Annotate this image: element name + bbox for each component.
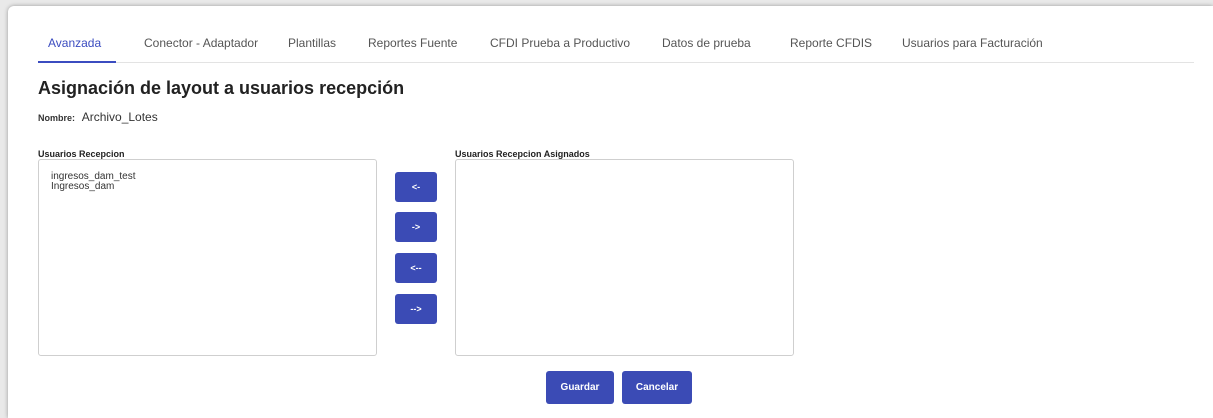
main-panel: Avanzada Conector - Adaptador Plantillas…: [8, 6, 1213, 418]
tab-usuarios-facturacion[interactable]: Usuarios para Facturación: [902, 36, 1043, 50]
tab-cfdi-prueba-productivo[interactable]: CFDI Prueba a Productivo: [490, 36, 630, 50]
assigned-users-label: Usuarios Recepcion Asignados: [455, 149, 590, 159]
tab-bar: Avanzada Conector - Adaptador Plantillas…: [38, 28, 1194, 63]
tab-reporte-cfdis[interactable]: Reporte CFDIS: [790, 36, 872, 50]
name-value: Archivo_Lotes: [81, 110, 158, 124]
move-left-button[interactable]: <-: [395, 172, 437, 202]
tab-datos-de-prueba[interactable]: Datos de prueba: [662, 36, 751, 50]
tab-avanzada[interactable]: Avanzada: [48, 36, 101, 50]
name-row: Nombre: Archivo_Lotes: [38, 110, 158, 124]
active-tab-indicator: [38, 61, 116, 63]
list-item[interactable]: Ingresos_dam: [39, 182, 376, 192]
tab-conector-adaptador[interactable]: Conector - Adaptador: [144, 36, 258, 50]
move-all-right-button[interactable]: -->: [395, 294, 437, 324]
page-title: Asignación de layout a usuarios recepció…: [38, 78, 405, 98]
cancel-button[interactable]: Cancelar: [622, 371, 692, 404]
available-users-list[interactable]: ingresos_dam_test Ingresos_dam: [38, 159, 377, 356]
available-users-label: Usuarios Recepcion: [38, 149, 125, 159]
name-label: Nombre:: [38, 113, 76, 123]
save-button[interactable]: Guardar: [546, 371, 614, 404]
move-right-button[interactable]: ->: [395, 212, 437, 242]
tab-reportes-fuente[interactable]: Reportes Fuente: [368, 36, 457, 50]
tab-plantillas[interactable]: Plantillas: [288, 36, 336, 50]
assigned-users-list[interactable]: [455, 159, 794, 356]
move-all-left-button[interactable]: <--: [395, 253, 437, 283]
